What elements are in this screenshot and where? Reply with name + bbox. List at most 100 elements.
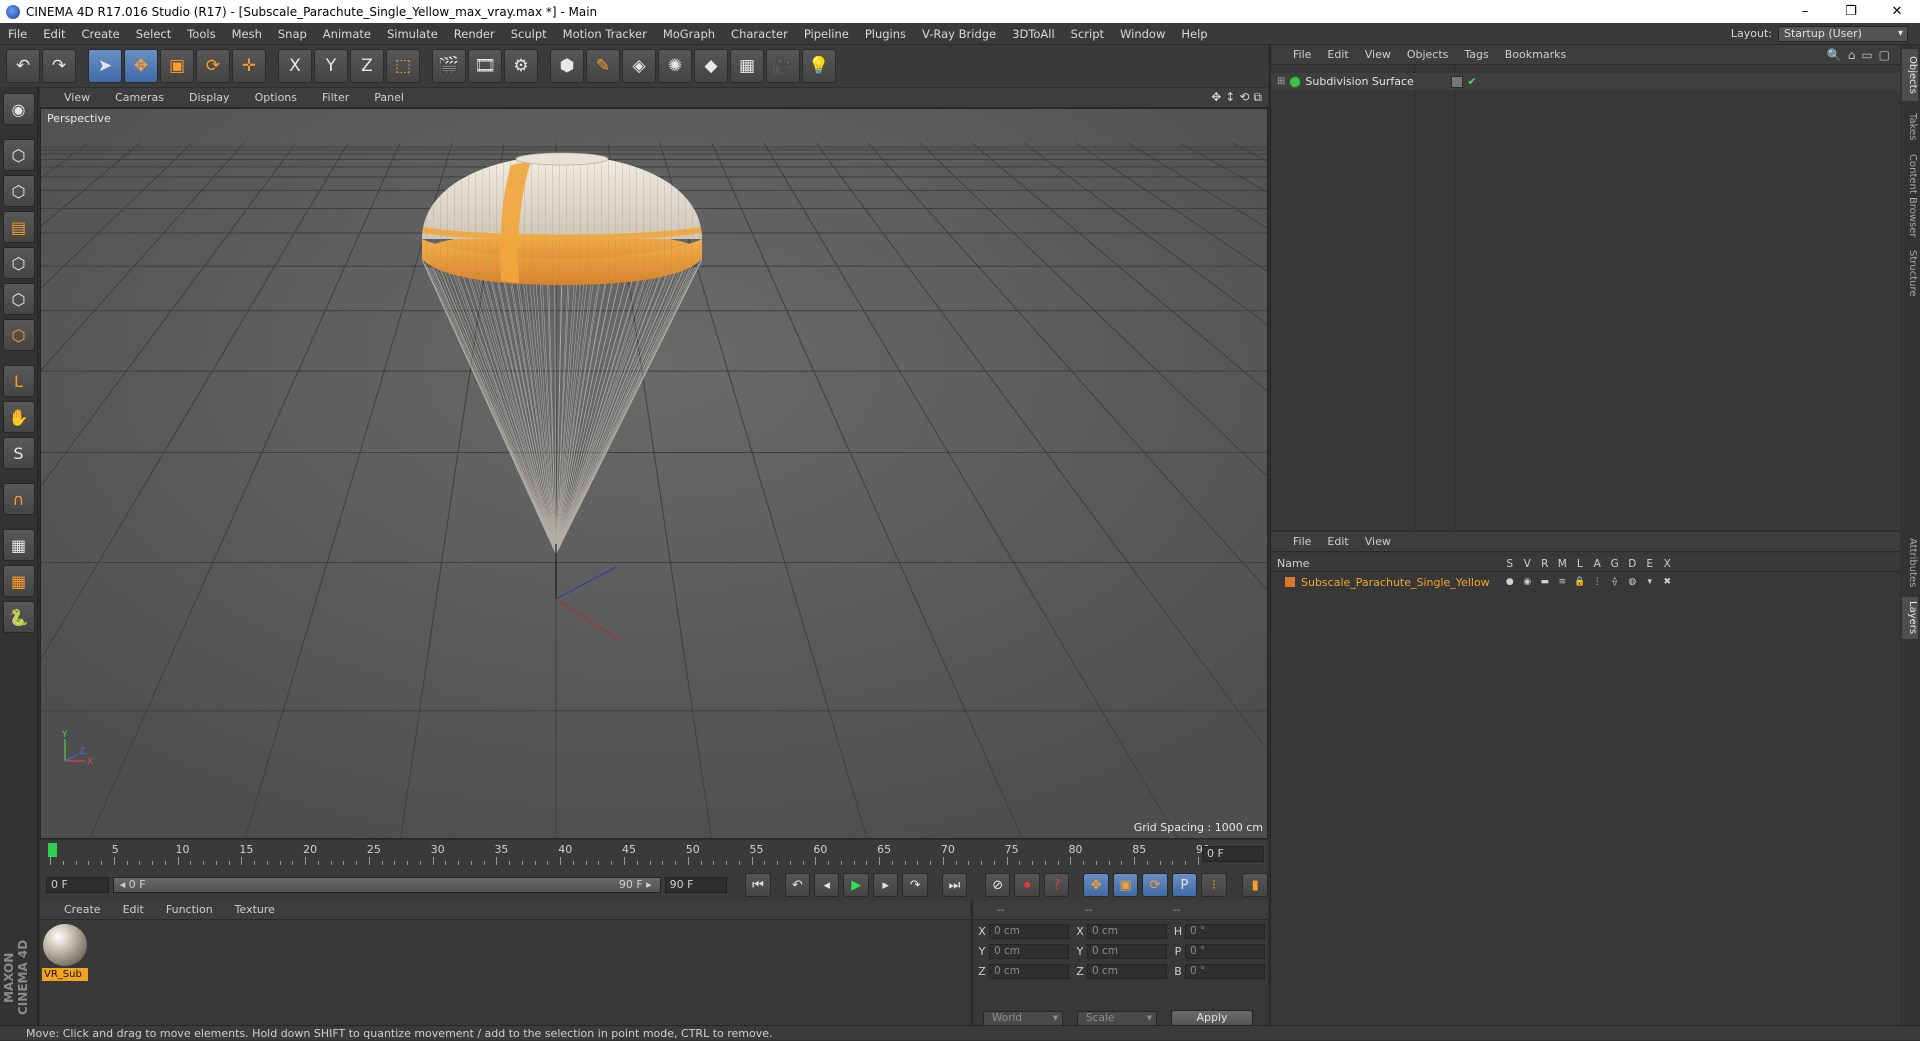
layer-xref-toggle[interactable]: ✖ — [1659, 577, 1677, 587]
layer-name[interactable]: Subscale_Parachute_Single_Yellow — [1301, 576, 1490, 589]
layer-expressions-toggle[interactable]: ▾ — [1641, 577, 1659, 587]
home-icon[interactable]: ⌂ — [1848, 48, 1856, 62]
tab-takes[interactable]: Takes — [1902, 107, 1918, 147]
menu-mograph[interactable]: MoGraph — [655, 27, 723, 41]
objects-menu-file[interactable]: File — [1285, 48, 1319, 61]
menu-edit[interactable]: Edit — [35, 27, 73, 41]
polygons-mode-icon[interactable]: ⬡ — [2, 319, 35, 351]
coord-size-x-field[interactable]: 0 cm — [1087, 923, 1167, 939]
visibility-toggle-icon[interactable] — [1451, 75, 1464, 88]
snap-icon[interactable]: S — [2, 437, 35, 469]
preview-range-slider[interactable]: ◂ 0 F 90 F ▸ — [112, 877, 661, 893]
y-axis-icon[interactable]: Y — [314, 49, 348, 83]
timeline-icon[interactable]: ▮ — [1242, 873, 1268, 897]
go-to-end-icon[interactable]: ⏭ — [941, 873, 968, 897]
object-name[interactable]: Subdivision Surface — [1305, 75, 1423, 88]
current-frame-marker[interactable] — [48, 843, 57, 857]
menu-sculpt[interactable]: Sculpt — [503, 27, 555, 41]
key-rotate-icon[interactable]: ⟳ — [1142, 873, 1168, 897]
render-picture-viewer-icon[interactable]: 🎞 — [468, 49, 502, 83]
move-icon[interactable]: ✥ — [124, 49, 158, 83]
coord-pos-z-field[interactable]: 0 cm — [989, 963, 1069, 979]
deformer-icon[interactable]: ◆ — [694, 49, 728, 83]
maximize-icon[interactable]: ▢ — [1879, 48, 1890, 62]
perspective-viewport[interactable]: Y X Z Perspective Grid Spacing : 1000 cm — [40, 108, 1268, 839]
play-icon[interactable]: ▶ — [843, 873, 869, 897]
next-frame-icon[interactable]: ▸ — [872, 873, 899, 897]
layer-solo-toggle[interactable]: ● — [1501, 577, 1519, 587]
close-button[interactable]: ✕ — [1874, 0, 1920, 23]
menu-file[interactable]: File — [0, 27, 35, 41]
cube-primitive-icon[interactable]: ⬢ — [550, 49, 584, 83]
rotate-icon[interactable]: ⟳ — [196, 49, 230, 83]
viewport-menu-options[interactable]: Options — [241, 91, 308, 104]
menu-render[interactable]: Render — [446, 27, 503, 41]
tweak-icon[interactable]: ✋ — [2, 401, 35, 433]
x-axis-icon[interactable]: X — [278, 49, 312, 83]
menu-window[interactable]: Window — [1112, 27, 1173, 41]
layer-lock-toggle[interactable]: 🔒 — [1571, 577, 1589, 587]
edges-mode-icon[interactable]: ⬡ — [2, 283, 35, 315]
magnet-icon[interactable]: ∩ — [2, 483, 35, 515]
array-icon[interactable]: ✺ — [658, 49, 692, 83]
viewport-rotate-icon[interactable]: ⟲ — [1239, 90, 1249, 105]
layer-manager-toggle[interactable]: ≡ — [1554, 577, 1572, 587]
minimize-icon[interactable]: ▭ — [1861, 48, 1872, 62]
menu-motion-tracker[interactable]: Motion Tracker — [555, 27, 655, 41]
model-mode-icon[interactable]: ⬡ — [2, 139, 35, 171]
texture-mode-icon[interactable]: ⬡ — [2, 175, 35, 207]
objects-menu-objects[interactable]: Objects — [1399, 48, 1457, 61]
motion-record-icon[interactable]: ⊘ — [985, 873, 1011, 897]
restore-button[interactable]: ❐ — [1828, 0, 1874, 23]
subdivision-icon[interactable]: ◈ — [622, 49, 656, 83]
viewport-menu-panel[interactable]: Panel — [360, 91, 415, 104]
apply-button[interactable]: Apply — [1171, 1010, 1253, 1026]
make-editable-icon[interactable]: ◉ — [2, 93, 35, 125]
axis-mode-icon[interactable]: L — [2, 365, 35, 397]
menu-mesh[interactable]: Mesh — [224, 27, 270, 41]
menu-animate[interactable]: Animate — [315, 27, 379, 41]
menu-character[interactable]: Character — [723, 27, 796, 41]
menu-select[interactable]: Select — [128, 27, 179, 41]
menu-3dtoall[interactable]: 3DToAll — [1004, 27, 1063, 41]
min-frame-field[interactable]: 0 F — [46, 877, 109, 893]
viewport-menu-display[interactable]: Display — [175, 91, 241, 104]
record-icon[interactable]: ⏺ — [1014, 873, 1040, 897]
material-menu-create[interactable]: Create — [50, 903, 109, 916]
expand-icon[interactable]: ⊞ — [1277, 76, 1285, 87]
undo-icon[interactable]: ↶ — [6, 49, 40, 83]
objects-menu-tags[interactable]: Tags — [1456, 48, 1496, 61]
current-frame-field[interactable]: 0 F — [1202, 846, 1264, 862]
tab-structure[interactable]: Structure — [1902, 245, 1918, 301]
world-coord-icon[interactable]: ⬚ — [386, 49, 420, 83]
max-frame-field[interactable]: 90 F — [664, 877, 728, 893]
render-view-icon[interactable]: 🎬 — [432, 49, 466, 83]
layer-name-cell[interactable]: Subscale_Parachute_Single_Yellow — [1271, 576, 1501, 589]
select-cursor-icon[interactable]: ➤ — [88, 49, 122, 83]
menu-snap[interactable]: Snap — [270, 27, 315, 41]
tab-objects[interactable]: Objects — [1902, 49, 1918, 101]
frame-ruler[interactable]: 051015202530354045505560657075808590 — [48, 842, 1210, 866]
edit-render-settings-icon[interactable]: ⚙ — [504, 49, 538, 83]
objects-menu-edit[interactable]: Edit — [1319, 48, 1356, 61]
search-icon[interactable]: 🔍 — [1827, 48, 1842, 62]
prev-frame-icon[interactable]: ◂ — [814, 873, 840, 897]
objects-menu-view[interactable]: View — [1357, 48, 1399, 61]
coord-rot-h-field[interactable]: 0 ° — [1185, 923, 1265, 939]
points-mode-icon[interactable]: ⬡ — [2, 247, 35, 279]
go-to-start-icon[interactable]: ⏮ — [745, 873, 771, 897]
menu-simulate[interactable]: Simulate — [379, 27, 446, 41]
material-menu-function[interactable]: Function — [152, 903, 221, 916]
coord-rot-b-field[interactable]: 0 ° — [1185, 963, 1265, 979]
menu-script[interactable]: Script — [1063, 27, 1112, 41]
autokey-icon[interactable]: ? — [1043, 873, 1070, 897]
viewport-menu-cameras[interactable]: Cameras — [101, 91, 175, 104]
key-param-icon[interactable]: P — [1171, 873, 1198, 897]
viewport-menu-view[interactable]: View — [50, 91, 101, 104]
material-preview-ball[interactable] — [43, 924, 87, 966]
menu-pipeline[interactable]: Pipeline — [796, 27, 857, 41]
objects-menu-bookmarks[interactable]: Bookmarks — [1497, 48, 1574, 61]
timeline-ruler[interactable]: 051015202530354045505560657075808590 0 F — [40, 840, 1268, 870]
z-axis-icon[interactable]: Z — [350, 49, 384, 83]
layer-render-toggle[interactable]: ▬ — [1536, 577, 1554, 587]
